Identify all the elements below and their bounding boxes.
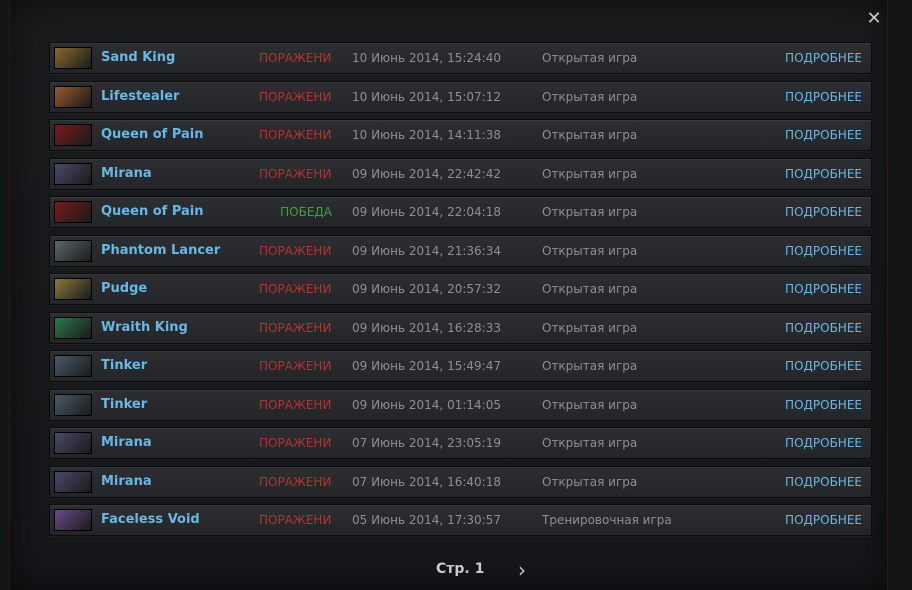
details-link[interactable]: ПОДРОБНЕЕ xyxy=(785,90,862,104)
match-row[interactable]: Tinker ПОРАЖЕНИЕ 09 Июнь 2014, 15:49:47 … xyxy=(49,350,872,382)
hero-name: Faceless Void xyxy=(101,512,200,527)
hero-portrait xyxy=(54,393,92,416)
match-result: ПОРАЖЕНИЕ xyxy=(259,320,332,335)
details-link[interactable]: ПОДРОБНЕЕ xyxy=(785,436,862,450)
match-row[interactable]: Sand King ПОРАЖЕНИЕ 10 Июнь 2014, 15:24:… xyxy=(49,42,872,74)
hero-portrait xyxy=(54,85,92,108)
match-result: ПОРАЖЕНИЕ xyxy=(259,166,332,181)
match-result: ПОРАЖЕНИЕ xyxy=(259,513,332,527)
match-row[interactable]: Queen of Pain ПОРАЖЕНИЕ 10 Июнь 2014, 14… xyxy=(49,119,872,151)
hero-name: Sand King xyxy=(101,50,176,65)
game-mode: Открытая игра xyxy=(542,474,638,489)
hero-name: Lifestealer xyxy=(101,88,180,104)
chevron-right-icon[interactable]: › xyxy=(518,558,526,582)
game-mode: Открытая игра xyxy=(542,320,638,335)
match-row[interactable]: Mirana ПОРАЖЕНИЕ 07 Июнь 2014, 16:40:18 … xyxy=(49,465,872,498)
match-date: 09 Июнь 2014, 01:14:05 xyxy=(352,397,501,412)
details-link[interactable]: ПОДРОБНЕЕ xyxy=(785,475,862,489)
game-mode: Открытая игра xyxy=(542,243,638,258)
details-link[interactable]: ПОДРОБНЕЕ xyxy=(785,282,862,296)
match-row[interactable]: Queen of Pain ПОБЕДА 09 Июнь 2014, 22:04… xyxy=(49,196,872,228)
match-result: ПОРАЖЕНИЕ xyxy=(259,89,332,104)
game-mode: Открытая игра xyxy=(542,436,638,450)
hero-portrait xyxy=(54,239,92,262)
hero-portrait xyxy=(54,124,92,146)
match-result: ПОРАЖЕНИЕ xyxy=(259,359,332,373)
match-date: 09 Июнь 2014, 16:28:33 xyxy=(352,320,501,335)
match-date: 09 Июнь 2014, 22:04:18 xyxy=(352,205,501,219)
details-link[interactable]: ПОДРОБНЕЕ xyxy=(785,244,862,258)
match-result: ПОРАЖЕНИЕ xyxy=(259,243,332,258)
hero-name: Tinker xyxy=(101,358,148,373)
game-mode: Открытая игра xyxy=(542,51,638,65)
hero-portrait xyxy=(54,201,92,223)
match-row[interactable]: Wraith King ПОРАЖЕНИЕ 09 Июнь 2014, 16:2… xyxy=(49,311,872,344)
match-result: ПОБЕДА xyxy=(280,205,332,219)
game-mode: Открытая игра xyxy=(542,205,638,219)
match-date: 09 Июнь 2014, 21:36:34 xyxy=(352,243,501,258)
game-mode: Открытая игра xyxy=(542,166,638,181)
match-date: 07 Июнь 2014, 16:40:18 xyxy=(352,474,501,489)
match-date: 10 Июнь 2014, 14:11:38 xyxy=(352,128,501,142)
game-mode: Открытая игра xyxy=(542,89,638,104)
match-date: 10 Июнь 2014, 15:24:40 xyxy=(352,51,501,65)
game-mode: Открытая игра xyxy=(542,397,638,412)
details-link[interactable]: ПОДРОБНЕЕ xyxy=(785,128,862,142)
match-history-panel: ✕ Sand King ПОРАЖЕНИЕ 10 Июнь 2014, 15:2… xyxy=(9,0,888,590)
hero-portrait xyxy=(54,47,92,69)
match-date: 10 Июнь 2014, 15:07:12 xyxy=(352,89,501,104)
match-row[interactable]: Mirana ПОРАЖЕНИЕ 07 Июнь 2014, 23:05:19 … xyxy=(49,427,872,459)
hero-portrait xyxy=(54,316,92,339)
hero-name: Mirana xyxy=(101,435,152,450)
match-row[interactable]: Mirana ПОРАЖЕНИЕ 09 Июнь 2014, 22:42:42 … xyxy=(49,157,872,190)
hero-portrait xyxy=(54,470,92,493)
hero-portrait xyxy=(54,432,92,454)
hero-name: Wraith King xyxy=(101,319,188,335)
details-link[interactable]: ПОДРОБНЕЕ xyxy=(785,167,862,181)
details-link[interactable]: ПОДРОБНЕЕ xyxy=(785,359,862,373)
hero-name: Mirana xyxy=(101,473,152,489)
match-row[interactable]: Faceless Void ПОРАЖЕНИЕ 05 Июнь 2014, 17… xyxy=(49,504,872,536)
hero-name: Mirana xyxy=(101,165,152,181)
match-result: ПОРАЖЕНИЕ xyxy=(259,282,332,296)
hero-name: Queen of Pain xyxy=(101,127,204,142)
details-link[interactable]: ПОДРОБНЕЕ xyxy=(785,398,862,412)
match-result: ПОРАЖЕНИЕ xyxy=(259,51,332,65)
match-date: 09 Июнь 2014, 20:57:32 xyxy=(352,282,501,296)
match-row[interactable]: Lifestealer ПОРАЖЕНИЕ 10 Июнь 2014, 15:0… xyxy=(49,80,872,113)
match-row[interactable]: Phantom Lancer ПОРАЖЕНИЕ 09 Июнь 2014, 2… xyxy=(49,234,872,267)
hero-portrait xyxy=(54,509,92,531)
match-result: ПОРАЖЕНИЕ xyxy=(259,397,332,412)
match-list: Sand King ПОРАЖЕНИЕ 10 Июнь 2014, 15:24:… xyxy=(49,42,872,543)
hero-name: Pudge xyxy=(101,281,148,296)
match-date: 09 Июнь 2014, 22:42:42 xyxy=(352,166,501,181)
match-row[interactable]: Tinker ПОРАЖЕНИЕ 09 Июнь 2014, 01:14:05 … xyxy=(49,388,872,421)
hero-portrait xyxy=(54,355,92,377)
game-mode: Тренировочная игра xyxy=(542,513,672,527)
game-mode: Открытая игра xyxy=(542,282,638,296)
hero-name: Tinker xyxy=(101,396,148,412)
match-row[interactable]: Pudge ПОРАЖЕНИЕ 09 Июнь 2014, 20:57:32 О… xyxy=(49,273,872,305)
hero-portrait xyxy=(54,162,92,185)
hero-name: Queen of Pain xyxy=(101,204,204,219)
hero-name: Phantom Lancer xyxy=(101,242,221,258)
page-indicator: Стр. 1 xyxy=(436,561,485,577)
match-date: 07 Июнь 2014, 23:05:19 xyxy=(352,436,501,450)
details-link[interactable]: ПОДРОБНЕЕ xyxy=(785,513,862,527)
details-link[interactable]: ПОДРОБНЕЕ xyxy=(785,51,862,65)
details-link[interactable]: ПОДРОБНЕЕ xyxy=(785,205,862,219)
game-mode: Открытая игра xyxy=(542,359,638,373)
match-date: 09 Июнь 2014, 15:49:47 xyxy=(352,359,501,373)
match-date: 05 Июнь 2014, 17:30:57 xyxy=(352,513,501,527)
details-link[interactable]: ПОДРОБНЕЕ xyxy=(785,321,862,335)
match-result: ПОРАЖЕНИЕ xyxy=(259,436,332,450)
close-icon[interactable]: ✕ xyxy=(865,10,883,28)
match-result: ПОРАЖЕНИЕ xyxy=(259,474,332,489)
game-mode: Открытая игра xyxy=(542,128,638,142)
hero-portrait xyxy=(54,278,92,300)
match-result: ПОРАЖЕНИЕ xyxy=(259,128,332,142)
